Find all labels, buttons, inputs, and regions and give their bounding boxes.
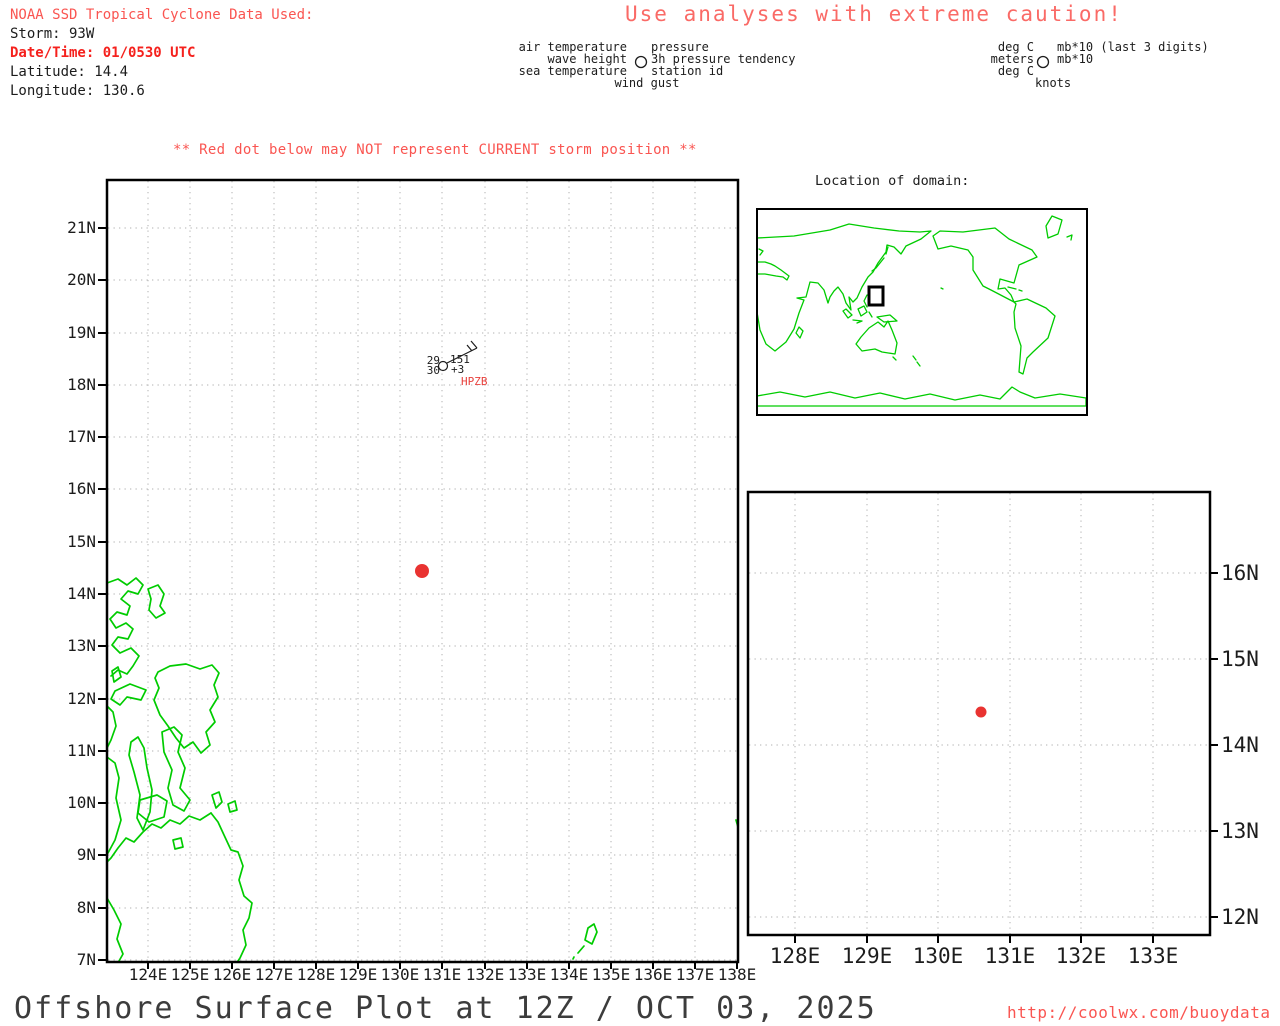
zoom-lon-tick-label: 130E (912, 944, 964, 968)
lat-tick-label: 20N (67, 270, 96, 289)
lon-tick-label: 131E (422, 965, 462, 984)
lon-tick-label: 132E (465, 965, 505, 984)
lon-tick-label: 126E (212, 965, 252, 984)
storm-id-line: Storm: 93W (10, 26, 95, 42)
zoom-lon-tick-label: 129E (841, 944, 893, 968)
lat-tick-label: 17N (67, 427, 96, 446)
inset-title: Location of domain: (815, 173, 970, 189)
zoom-lat-tick-label: 16N (1221, 561, 1259, 585)
lat-tick-label: 9N (76, 845, 96, 864)
main-map-lat-gridlines (108, 227, 737, 961)
zoom-lon-tick-label: 133E (1127, 944, 1179, 968)
legend-sea-temperature: sea temperature (518, 64, 627, 78)
storm-position-dot-main (415, 564, 429, 578)
plot-title: Offshore Surface Plot at 12Z / OCT 03, 2… (14, 991, 877, 1026)
lon-tick-label: 125E (170, 965, 210, 984)
lat-tick-label: 8N (76, 898, 96, 917)
station-id: HPZB (461, 375, 488, 388)
lat-tick-label: 7N (76, 950, 96, 969)
station-sea-temp: 30 (426, 364, 440, 377)
lat-tick-label: 19N (67, 323, 96, 342)
source-url-link[interactable]: http://coolwx.com/buoydata (1007, 1003, 1270, 1022)
noaa-data-line: NOAA SSD Tropical Cyclone Data Used: (10, 7, 314, 23)
lat-tick-label: 18N (67, 375, 96, 394)
lon-tick-label: 135E (591, 965, 631, 984)
zoom-lat-tick-label: 13N (1221, 819, 1259, 843)
zoom-map-lon-gridlines (794, 493, 1154, 934)
unit-tendency: mb*10 (1057, 52, 1094, 66)
units-legend-circle (1036, 55, 1050, 69)
lat-tick-label: 21N (67, 218, 96, 237)
zoom-lon-tick-label: 132E (1055, 944, 1107, 968)
lon-tick-label: 127E (254, 965, 294, 984)
lat-tick-label: 10N (67, 793, 96, 812)
lat-tick-label: 16N (67, 479, 96, 498)
longitude-line: Longitude: 130.6 (10, 83, 145, 99)
zoom-lon-tick-label: 128E (769, 944, 821, 968)
domain-location-box (867, 285, 885, 307)
storm-position-dot-zoom (975, 706, 987, 718)
datetime-line: Date/Time: 01/0530 UTC (10, 45, 196, 61)
lat-tick-label: 15N (67, 532, 96, 551)
philippines-coastlines (106, 577, 739, 962)
lat-tick-label: 14N (67, 584, 96, 603)
zoom-map-lat-gridlines (749, 572, 1209, 918)
zoom-lon-tick-label: 131E (984, 944, 1036, 968)
unit-sea-temp: deg C (997, 64, 1034, 78)
lon-tick-label: 130E (380, 965, 420, 984)
lat-tick-label: 12N (67, 689, 96, 708)
main-map-left-ticks (98, 227, 107, 961)
lon-tick-label: 124E (128, 965, 168, 984)
lon-tick-label: 137E (675, 965, 715, 984)
zoom-lat-tick-label: 12N (1221, 905, 1259, 929)
lon-tick-label: 134E (549, 965, 589, 984)
legend-wind-gust: wind gust (614, 76, 680, 90)
lat-tick-label: 13N (67, 636, 96, 655)
lon-tick-label: 133E (507, 965, 547, 984)
zoom-lat-tick-label: 14N (1221, 733, 1259, 757)
lon-tick-label: 136E (633, 965, 673, 984)
storm-position-warning: ** Red dot below may NOT represent CURRE… (173, 142, 697, 158)
unit-wind-gust: knots (1035, 76, 1072, 90)
lon-tick-label: 128E (296, 965, 336, 984)
lat-tick-label: 11N (67, 741, 96, 760)
latitude-line: Latitude: 14.4 (10, 64, 129, 80)
station-tendency: +3 (451, 363, 465, 376)
world-inset-frame (756, 208, 1088, 416)
station-legend-circle (634, 55, 648, 69)
lon-tick-label: 138E (717, 965, 757, 984)
world-map-coastlines (756, 215, 1087, 407)
caution-banner: Use analyses with extreme caution! (625, 2, 1123, 26)
lon-tick-label: 129E (338, 965, 378, 984)
zoom-lat-tick-label: 15N (1221, 647, 1259, 671)
offshore-surface-plot-page: { "header": { "noaa_line": "NOAA SSD Tro… (0, 0, 1280, 1026)
